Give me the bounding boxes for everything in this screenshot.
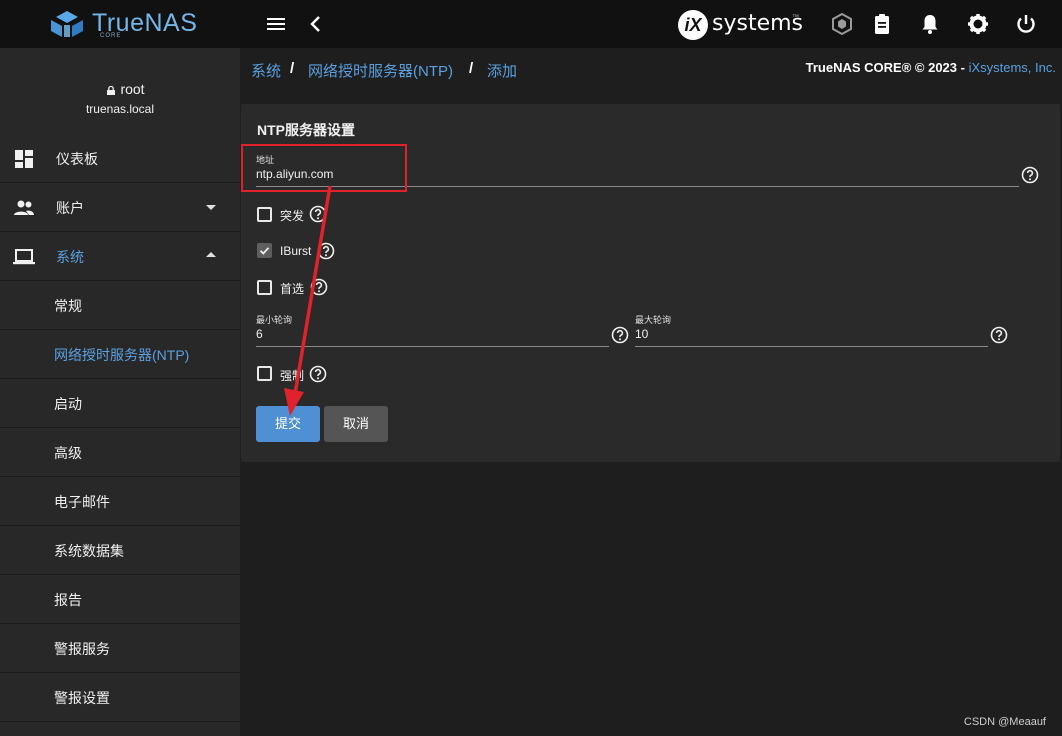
power-icon (1017, 15, 1035, 33)
help-icon[interactable] (611, 326, 629, 344)
ixsystems-link[interactable]: iXsystems, Inc. (969, 60, 1056, 75)
truecommand-button[interactable] (830, 12, 854, 36)
ixsystems-logo[interactable]: iX systems ™ (678, 10, 803, 40)
force-checkbox[interactable] (257, 366, 272, 381)
trademark: ™ (792, 14, 799, 21)
sidebar-item-label: 账户 (56, 200, 84, 216)
chevron-up-icon (206, 252, 216, 257)
help-icon[interactable] (1021, 166, 1039, 184)
form-title: NTP服务器设置 (257, 122, 355, 138)
annotation-arrow (284, 185, 332, 416)
bell-icon (922, 15, 938, 34)
dashboard-icon (15, 150, 33, 168)
sidebar-item-label: 警报服务 (54, 641, 110, 657)
sidebar-subitem-general[interactable]: 常规 (0, 281, 240, 330)
maxpoll-field[interactable]: 10 (635, 327, 648, 341)
lock-icon (107, 86, 116, 95)
top-bar: TrueNAS CORE iX systems ™ (0, 0, 1062, 48)
sidebar-item-label: 警报设置 (54, 690, 110, 706)
sidebar-item-label: 系统数据集 (54, 543, 124, 559)
sidebar-item-accounts[interactable]: 账户 (0, 183, 240, 232)
sidebar-subitem-boot[interactable]: 启动 (0, 379, 240, 428)
sidebar-item-label: 报告 (54, 592, 82, 608)
truenas-logo[interactable]: TrueNAS CORE (48, 8, 198, 42)
copyright-text: TrueNAS CORE® © 2023 - (805, 60, 969, 75)
sidebar-item-label: 电子邮件 (54, 494, 110, 510)
host-name: truenas.local (85, 102, 155, 116)
ixsystems-text: systems (712, 11, 803, 36)
laptop-icon (13, 249, 35, 265)
clipboard-icon (875, 14, 889, 34)
sidebar-subitem-email[interactable]: 电子邮件 (0, 477, 240, 526)
sidebar-item-label: 仪表板 (56, 151, 98, 167)
maxpoll-underline (635, 346, 988, 347)
sidebar: root truenas.local 仪表板 账户 系统 常规 网络授时服务器(… (0, 48, 240, 736)
breadcrumb-system[interactable]: 系统 (251, 60, 281, 81)
breadcrumb-separator: / (290, 60, 295, 77)
power-button[interactable] (1014, 12, 1038, 36)
breadcrumb-add: 添加 (487, 63, 518, 80)
sidebar-subitem-reporting[interactable]: 报告 (0, 575, 240, 624)
sidebar-item-label: 常规 (54, 298, 82, 314)
brand-sub: CORE (100, 33, 122, 39)
people-icon (14, 200, 34, 215)
truenas-logo-icon (51, 11, 83, 37)
chevron-left-icon (310, 16, 320, 32)
alerts-button[interactable] (918, 12, 942, 36)
sidebar-subitem-ntp[interactable]: 网络授时服务器(NTP) (0, 330, 240, 379)
sidebar-item-system[interactable]: 系统 (0, 232, 240, 281)
user-info: root truenas.local (0, 48, 240, 134)
burst-checkbox[interactable] (257, 207, 272, 222)
sidebar-subitem-alert-services[interactable]: 警报服务 (0, 624, 240, 673)
sidebar-subitem-system-dataset[interactable]: 系统数据集 (0, 526, 240, 575)
help-icon[interactable] (990, 326, 1008, 344)
truecommand-icon (832, 12, 852, 36)
settings-button[interactable] (966, 12, 990, 36)
breadcrumb-separator: / (469, 60, 474, 77)
back-button[interactable] (304, 12, 328, 36)
sidebar-item-label: 系统 (56, 249, 84, 265)
user-name: root (120, 81, 145, 97)
copyright: TrueNAS CORE® © 2023 - iXsystems, Inc. (806, 60, 1056, 75)
maxpoll-label: 最大轮询 (635, 315, 672, 325)
menu-toggle-button[interactable] (264, 12, 288, 36)
sidebar-item-label: 高级 (54, 445, 82, 461)
breadcrumb-ntp[interactable]: 网络授时服务器(NTP) (308, 60, 453, 81)
sidebar-item-dashboard[interactable]: 仪表板 (0, 134, 240, 183)
sidebar-subitem-advanced[interactable]: 高级 (0, 428, 240, 477)
check-icon (259, 247, 270, 255)
prefer-checkbox[interactable] (257, 280, 272, 295)
breadcrumb: 系统 / 网络授时服务器(NTP) / 添加 TrueNAS CORE® © 2… (240, 48, 1062, 88)
sidebar-item-label: 启动 (54, 396, 82, 412)
chevron-down-icon (206, 205, 216, 210)
watermark: CSDN @Meaauf (963, 716, 1046, 728)
hamburger-icon (267, 18, 285, 30)
task-manager-button[interactable] (870, 12, 894, 36)
sidebar-item-label: 网络授时服务器(NTP) (54, 347, 190, 363)
iburst-checkbox[interactable] (257, 243, 272, 258)
sidebar-subitem-alert-settings[interactable]: 警报设置 (0, 673, 240, 722)
gear-icon (968, 14, 988, 34)
minpoll-field[interactable]: 6 (256, 327, 263, 341)
ix-mark: iX (678, 10, 708, 40)
